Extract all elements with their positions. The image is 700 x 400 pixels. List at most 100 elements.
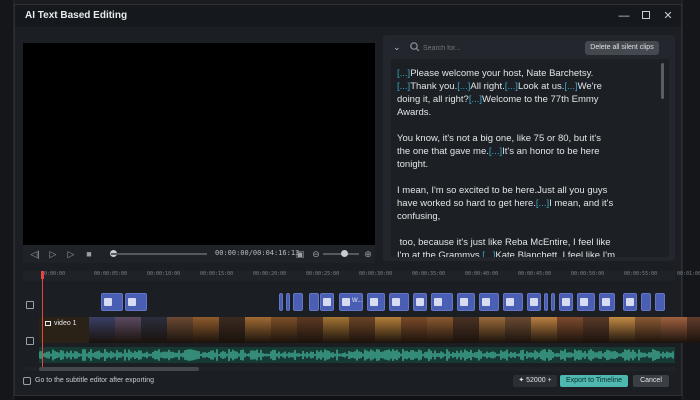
pause-marker[interactable]: [...] (397, 81, 410, 92)
pause-marker[interactable]: [...] (482, 250, 495, 257)
zoom-in-icon[interactable]: ⊕ (363, 248, 373, 260)
subtitle-clip[interactable] (655, 293, 665, 311)
subtitle-clip[interactable] (101, 293, 123, 311)
subtitle-clip[interactable] (125, 293, 147, 311)
video-thumbnail (635, 317, 661, 343)
search-input[interactable] (423, 41, 573, 55)
pause-marker[interactable]: [...] (536, 198, 549, 209)
ruler-tick-label: 00:01:00:00 (677, 271, 700, 277)
pause-marker[interactable]: [...] (397, 68, 410, 79)
subtitle-clip-icon (602, 298, 610, 306)
play-icon-secondary[interactable]: ▷ (65, 248, 77, 260)
subtitle-track-icon (26, 301, 34, 309)
timeline-ruler[interactable]: 00:00:00 00:00:05:00 00:00:10:00 00:00:15:0… (23, 271, 700, 281)
pause-marker[interactable]: [...] (564, 81, 577, 92)
timeline-scrollbar-thumb[interactable] (39, 367, 199, 371)
ai-text-editing-dialog: AI Text Based Editing — ✕ ◁| ▷ ▷ ■ 00:00… (14, 4, 700, 396)
video-thumbnail (531, 317, 557, 343)
video-thumbnail (219, 317, 245, 343)
subtitle-clip[interactable] (457, 293, 475, 311)
subtitle-clip[interactable] (309, 293, 319, 311)
transcript-scrollbar[interactable] (661, 63, 664, 99)
subtitle-clip-icon (482, 298, 490, 306)
subtitle-clip[interactable] (623, 293, 637, 311)
subtitle-clip[interactable] (503, 293, 523, 311)
subtitle-clip-icon (416, 298, 424, 306)
display-settings-icon[interactable]: ▣ (295, 248, 305, 260)
zoom-out-icon[interactable]: ⊖ (311, 248, 321, 260)
subtitle-clip[interactable] (544, 293, 548, 311)
subtitle-clip[interactable] (551, 293, 555, 311)
subtitle-clip[interactable] (367, 293, 385, 311)
add-credit-icon: + (545, 377, 552, 384)
export-to-timeline-button[interactable]: Export to Timeline (560, 375, 628, 387)
maximize-button[interactable] (637, 7, 655, 25)
previous-frame-icon[interactable]: ◁| (29, 248, 41, 260)
transcript-segment[interactable]: Kate Blanchett, I feel like I'm (495, 250, 615, 257)
subtitle-clip[interactable]: W... (339, 293, 363, 311)
subtitle-clip[interactable] (293, 293, 303, 311)
subtitle-clip[interactable] (431, 293, 453, 311)
subtitle-clip-icon (434, 298, 442, 306)
transcript-segment[interactable]: Please welcome your host, Nate Barchetsy… (410, 68, 593, 79)
playhead-marker[interactable] (41, 271, 44, 279)
subtitle-clip[interactable] (286, 293, 290, 311)
pause-marker[interactable]: [...] (469, 94, 482, 105)
search-icon (410, 42, 420, 52)
minimize-button[interactable]: — (615, 7, 633, 25)
subtitle-clip[interactable] (479, 293, 499, 311)
ruler-tick-label: 00:00:45:00 (518, 271, 552, 277)
video-thumbnail (271, 317, 297, 343)
video-track-label: video 1 (45, 320, 77, 327)
cancel-button[interactable]: Cancel (633, 375, 669, 387)
background-app-left (0, 0, 14, 400)
transcript-text[interactable]: [...]Please welcome your host, Nate Barc… (397, 67, 653, 257)
subtitle-clip[interactable] (577, 293, 595, 311)
subtitle-clip[interactable] (599, 293, 615, 311)
video-thumbnail (427, 317, 453, 343)
video-thumbnail (609, 317, 635, 343)
maximize-icon (642, 11, 650, 19)
subtitle-clip[interactable] (527, 293, 541, 311)
credit-value: 52000 (526, 377, 546, 384)
subtitle-clip-icon (323, 298, 331, 306)
zoom-slider-handle[interactable] (341, 250, 348, 257)
ruler-tick-label: 00:00:50:00 (571, 271, 605, 277)
credit-balance[interactable]: ✦ 52000 + (513, 375, 557, 387)
video-thumbnail (557, 317, 583, 343)
subtitle-clip[interactable] (641, 293, 651, 311)
subtitle-clip[interactable] (389, 293, 409, 311)
subtitle-clip-icon (392, 298, 400, 306)
dialog-title: AI Text Based Editing (25, 10, 128, 21)
credit-icon: ✦ (518, 377, 527, 384)
pause-marker[interactable]: [...] (457, 81, 470, 92)
transcript-segment[interactable]: Look at us. (518, 81, 564, 92)
video-clip-icon (45, 320, 51, 326)
playback-progress-bar[interactable] (111, 253, 207, 255)
video-thumbnail (245, 317, 271, 343)
collapse-chevron-icon[interactable]: ⌄ (393, 42, 401, 53)
subtitle-clip-icon (506, 298, 514, 306)
subtitle-editor-checkbox[interactable] (23, 377, 31, 385)
audio-track (38, 347, 675, 363)
subtitle-clip-icon (562, 298, 570, 306)
close-button[interactable]: ✕ (659, 7, 677, 25)
stop-icon[interactable]: ■ (83, 248, 95, 260)
pause-marker[interactable]: [...] (489, 146, 502, 157)
transcript-panel: ⌄ Delete all silent clips [...]Please we… (383, 35, 675, 261)
delete-silent-clips-button[interactable]: Delete all silent clips (585, 41, 659, 55)
subtitle-clip[interactable] (559, 293, 573, 311)
subtitle-clip[interactable] (320, 293, 334, 311)
subtitle-clip[interactable] (413, 293, 427, 311)
subtitle-clip[interactable] (279, 293, 283, 311)
transcript-text-area[interactable]: [...]Please welcome your host, Nate Barc… (391, 59, 669, 257)
video-thumbnail (193, 317, 219, 343)
transcript-segment[interactable]: Thank you. (410, 81, 457, 92)
subtitle-editor-checkbox-label: Go to the subtitle editor after exportin… (35, 377, 155, 384)
pause-marker[interactable]: [...] (505, 81, 518, 92)
play-icon[interactable]: ▷ (47, 248, 59, 260)
video-preview (23, 43, 375, 245)
subtitle-track: W... (39, 293, 675, 317)
transcript-segment[interactable]: All right. (470, 81, 504, 92)
player-controls: ◁| ▷ ▷ ■ 00:00:00/00:04:16:13 ▣ ⊖ ⊕ (23, 245, 375, 263)
